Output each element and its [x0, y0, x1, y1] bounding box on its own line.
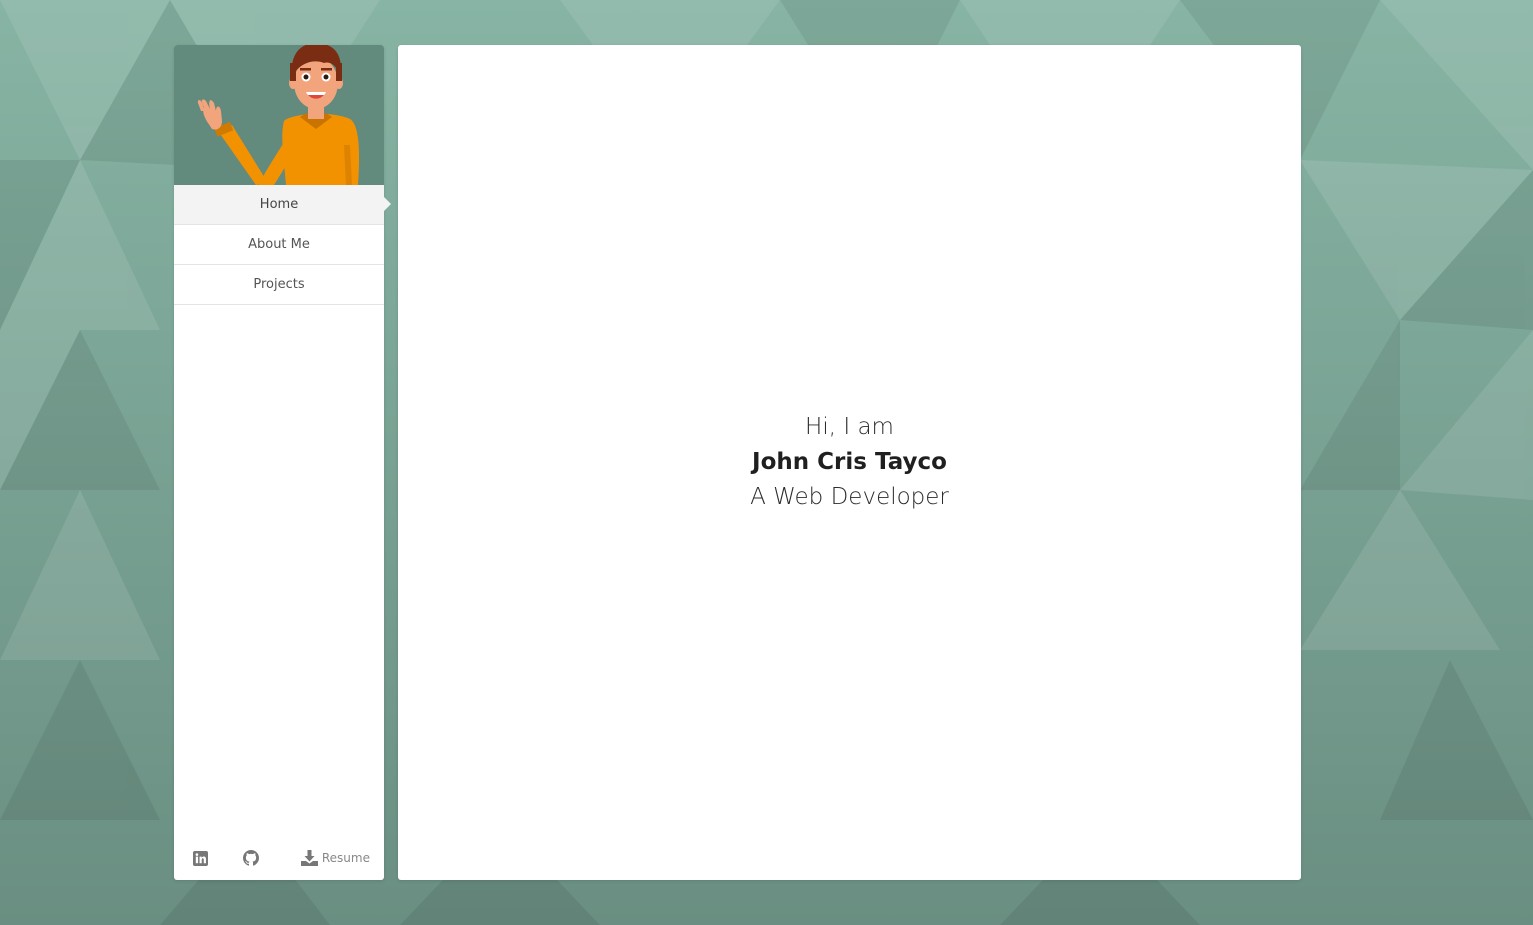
waving-developer-illustration [197, 45, 360, 185]
resume-label: Resume [321, 851, 370, 865]
main-panel: Hi, I am John Cris Tayco A Web Developer [398, 45, 1301, 880]
download-icon [300, 850, 318, 866]
github-icon[interactable] [242, 849, 260, 867]
resume-download-link[interactable]: Resume [300, 850, 370, 866]
linkedin-icon[interactable] [191, 849, 209, 867]
sidebar-item-projects[interactable]: Projects [174, 265, 384, 305]
avatar [174, 45, 384, 185]
sidebar-item-home[interactable]: Home [174, 185, 391, 225]
sidebar-item-about-me[interactable]: About Me [174, 225, 384, 265]
intro: Hi, I am John Cris Tayco A Web Developer [398, 410, 1301, 515]
sidebar: Home About Me Projects Resume [174, 45, 391, 880]
sidebar-footer: Resume [174, 848, 384, 868]
sidebar-nav: Home About Me Projects [174, 185, 391, 305]
developer-name: John Cris Tayco [752, 449, 947, 475]
greeting-text: Hi, I am [805, 414, 894, 440]
role-text: A Web Developer [750, 484, 949, 510]
